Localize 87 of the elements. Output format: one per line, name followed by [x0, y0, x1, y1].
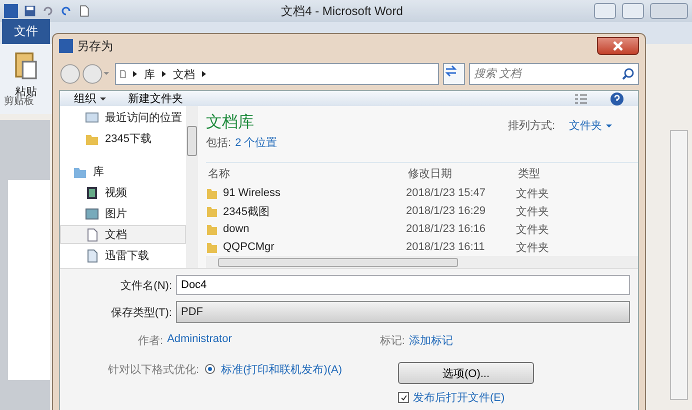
dialog-title: 另存为	[77, 38, 114, 54]
nav-item[interactable]: 最近访问的位置	[60, 108, 186, 127]
location-icon	[85, 248, 99, 262]
author-link[interactable]: Administrator	[167, 333, 232, 348]
type-cell-text: 文件夹	[516, 222, 550, 236]
date-cell-text: 2018/1/23 16:11	[406, 241, 486, 253]
scroll-bar[interactable]	[206, 256, 638, 268]
date-cell-text: 2018/1/23 16:29	[406, 205, 487, 217]
nav-item[interactable]: 库	[60, 162, 186, 181]
nav-item[interactable]: 2345下载	[60, 129, 186, 148]
type-cell-text: 文件夹	[516, 186, 550, 200]
file-name-cell[interactable]: 91 Wireless	[206, 186, 406, 200]
column-header[interactable]: 名称	[206, 166, 406, 181]
file-name-cell[interactable]: 2345截图	[206, 204, 406, 218]
tags-link[interactable]: 添加标记	[408, 333, 453, 348]
address-bar[interactable]: 库 文档	[115, 63, 439, 85]
file-name-cell[interactable]: QQPCMgr	[206, 240, 406, 254]
chevron-icon	[201, 70, 207, 78]
scroll-thumb[interactable]	[187, 126, 197, 156]
location-icon	[85, 228, 99, 242]
new-document-icon[interactable]	[78, 5, 90, 17]
folder-icon	[206, 222, 218, 236]
field-label: 文件名(N):	[120, 278, 172, 292]
checkbox-label: 发布后打开文件(E)	[413, 390, 505, 405]
locations-link[interactable]: 2 个位置	[235, 135, 278, 150]
location-icon	[85, 186, 99, 200]
location-icon	[85, 206, 99, 220]
scroll-thumb[interactable]	[218, 258, 458, 266]
chevron-icon	[132, 70, 138, 78]
caret-icon	[606, 122, 612, 130]
column-header[interactable]: 修改日期	[406, 166, 516, 181]
group-label: 剪贴板	[4, 96, 34, 108]
breadcrumb-item[interactable]: 文档	[173, 66, 195, 82]
save-icon[interactable]	[24, 5, 36, 17]
document-icon	[120, 70, 126, 78]
date-cell-text: 2018/1/23 15:47	[406, 187, 487, 199]
check-icon	[400, 394, 406, 402]
help-icon[interactable]	[610, 92, 624, 106]
folder-icon	[206, 186, 218, 200]
type-cell-text: 文件夹	[516, 240, 550, 254]
nav-item[interactable]: 图片	[60, 204, 186, 223]
nav-item[interactable]: 迅雷下载	[60, 246, 186, 265]
organize-button[interactable]: 组织	[74, 91, 106, 106]
checkbox[interactable]	[398, 392, 409, 403]
folder-icon	[206, 204, 218, 218]
close-button[interactable]	[597, 37, 639, 55]
field-label: 保存类型(T):	[110, 306, 172, 320]
file-name-field[interactable]: Doc4	[176, 275, 630, 295]
clipboard-icon[interactable]	[14, 50, 38, 80]
type-cell-text: 文件夹	[516, 204, 550, 218]
minimize-button[interactable]	[594, 3, 616, 19]
search-field[interactable]: 搜索 文档	[469, 63, 639, 85]
scroll-bar[interactable]	[186, 106, 198, 268]
back-forward-icon[interactable]	[59, 62, 111, 86]
nav-item[interactable]: 视频	[60, 183, 186, 202]
file-type-dropdown[interactable]: PDF	[176, 301, 630, 323]
sort-label: 排列方式:	[508, 118, 555, 133]
tags-label: 标记:	[380, 334, 405, 348]
location-icon	[85, 110, 99, 124]
column-header[interactable]: 类型	[516, 166, 596, 181]
file-tab[interactable]: 文件	[2, 19, 50, 44]
refresh-icon	[444, 64, 458, 78]
radio-button[interactable]	[205, 364, 216, 374]
folder-icon	[206, 240, 218, 254]
nav-item[interactable]: 文档	[60, 225, 186, 244]
caret-icon	[100, 94, 106, 102]
scroll-bar[interactable]	[670, 130, 688, 400]
chevron-icon	[161, 70, 167, 78]
breadcrumb-item[interactable]: 库	[144, 66, 155, 82]
view-options-icon[interactable]	[574, 92, 588, 106]
redo-icon[interactable]	[60, 5, 72, 17]
search-icon	[621, 67, 635, 81]
close-icon	[611, 39, 625, 53]
maximize-button[interactable]	[622, 3, 644, 19]
new-folder-button[interactable]: 新建文件夹	[128, 91, 183, 106]
options-button[interactable]: 选项(O)...	[398, 362, 534, 384]
date-cell-text: 2018/1/23 16:16	[406, 223, 487, 235]
sort-dropdown[interactable]: 文件夹	[569, 118, 612, 133]
refresh-button[interactable]	[443, 63, 465, 85]
window-title: 文档4 - Microsoft Word	[280, 2, 404, 20]
radio-label[interactable]: 标准(打印和联机发布)(A)	[221, 362, 342, 377]
author-label: 作者:	[138, 334, 164, 348]
file-name-cell[interactable]: down	[206, 222, 406, 236]
optimize-label: 针对以下格式优化:	[108, 363, 200, 377]
library-title: 文档库	[206, 112, 254, 133]
includes-label: 包括:	[206, 136, 232, 150]
undo-icon[interactable]	[42, 5, 54, 17]
